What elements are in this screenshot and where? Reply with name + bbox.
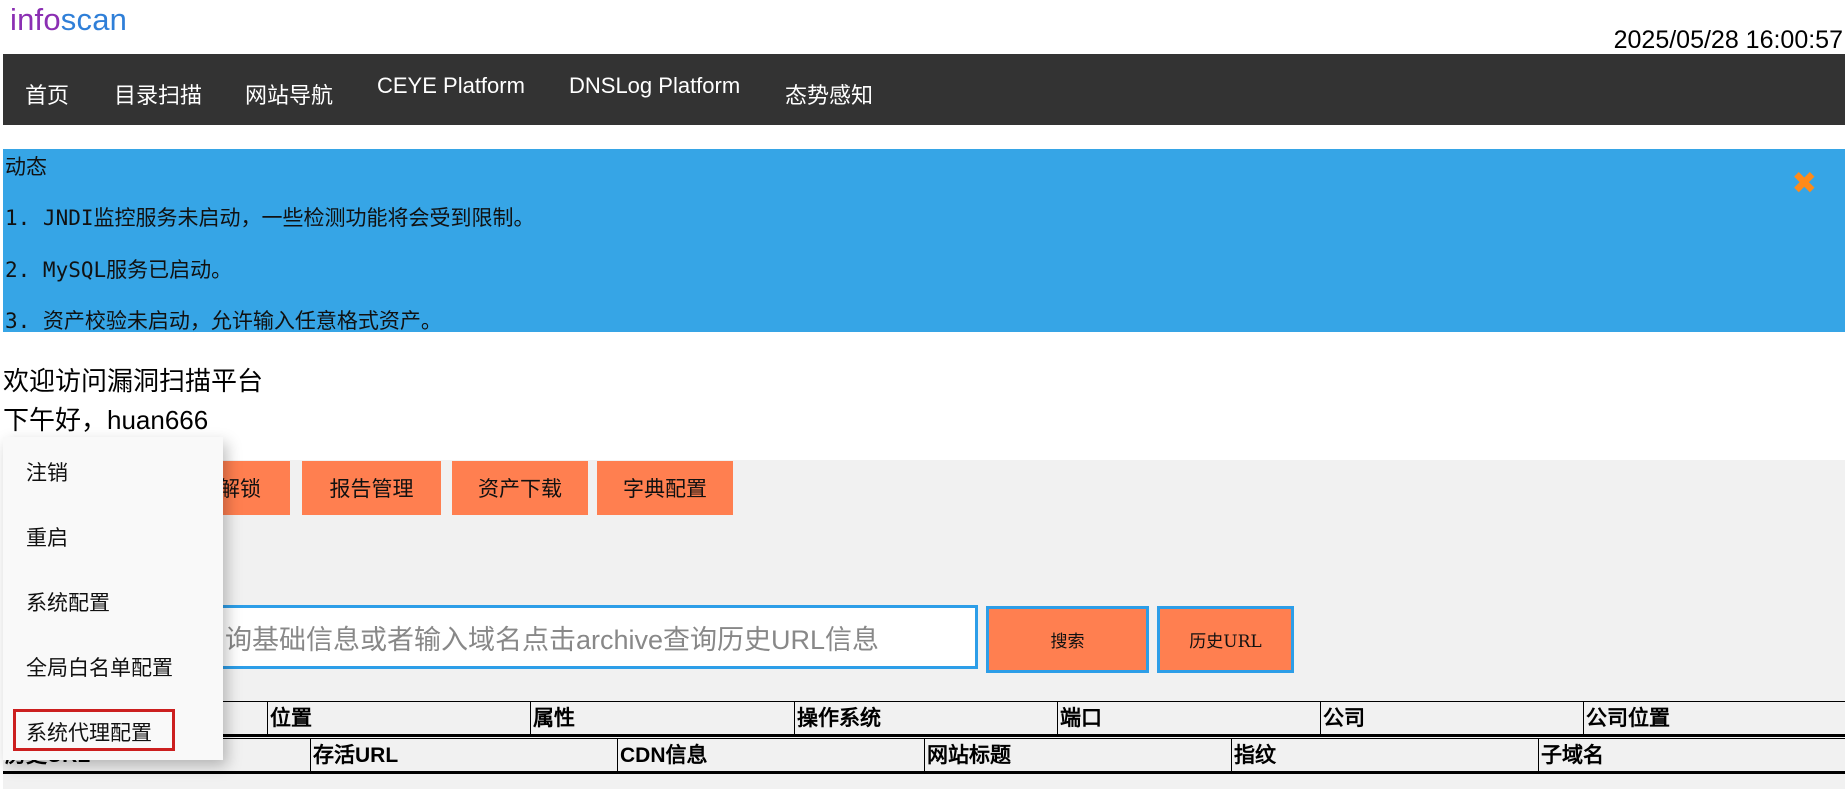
logo-text-scan: scan: [60, 2, 128, 37]
notice-line-1: 1. JNDI监控服务未启动，一些检测功能将会受到限制。: [5, 206, 535, 230]
dictionary-config-button[interactable]: 字典配置: [597, 461, 733, 515]
user-dropdown-menu: 注销 重启 系统配置 全局白名单配置 系统代理配置: [3, 437, 223, 760]
asset-table-header: 位置 属性 操作系统 端口 公司 公司位置: [3, 701, 1845, 737]
table-header-cdn: CDN信息: [617, 739, 924, 771]
search-input[interactable]: 询基础信息或者输入域名点击archive查询历史URL信息: [210, 605, 978, 669]
asset-download-button[interactable]: 资产下载: [452, 461, 588, 515]
logo-text-info: info: [10, 2, 61, 37]
menu-item-system-config[interactable]: 系统配置: [26, 587, 110, 617]
welcome-title: 欢迎访问漏洞扫描平台: [3, 366, 264, 396]
highlight-box: [13, 709, 175, 751]
greeting-text: 下午好，huan666: [3, 405, 209, 435]
table-header-attribute: 属性: [530, 702, 794, 734]
notice-line-3: 3. 资产校验未启动，允许输入任意格式资产。: [5, 309, 442, 333]
nav-item-dir-scan[interactable]: 目录扫描: [114, 78, 202, 110]
notice-line-2: 2. MySQL服务已启动。: [5, 258, 233, 282]
nav-item-site-nav[interactable]: 网站导航: [245, 78, 333, 110]
report-management-button[interactable]: 报告管理: [302, 461, 441, 515]
app-logo: infoscan: [10, 2, 127, 38]
table-header-site-title: 网站标题: [924, 739, 1231, 771]
menu-item-global-whitelist[interactable]: 全局白名单配置: [26, 652, 173, 682]
menu-item-logout[interactable]: 注销: [26, 457, 68, 487]
nav-item-home[interactable]: 首页: [25, 78, 69, 110]
top-navbar: 首页 目录扫描 网站导航 CEYE Platform DNSLog Platfo…: [3, 54, 1845, 125]
history-url-button[interactable]: 历史URL: [1157, 606, 1294, 673]
nav-item-dnslog[interactable]: DNSLog Platform: [569, 73, 740, 99]
url-table-header: 历史URL 存活URL CDN信息 网站标题 指纹 子域名: [3, 738, 1845, 774]
table-header-location: 位置: [267, 702, 530, 734]
table-header-company-location: 公司位置: [1583, 702, 1845, 734]
menu-item-restart[interactable]: 重启: [26, 522, 68, 552]
table-header-alive-url: 存活URL: [310, 739, 617, 771]
datetime-display: 2025/05/28 16:00:57: [1613, 26, 1843, 54]
table-header-fingerprint: 指纹: [1231, 739, 1538, 771]
nav-item-ceye[interactable]: CEYE Platform: [377, 73, 525, 99]
table-header-os: 操作系统: [794, 702, 1057, 734]
nav-item-situation[interactable]: 态势感知: [785, 78, 873, 110]
notice-title: 动态: [5, 155, 47, 179]
close-icon[interactable]: ✖: [1793, 163, 1817, 203]
table-header-company: 公司: [1320, 702, 1583, 734]
table-header-port: 端口: [1057, 702, 1320, 734]
notice-panel: 动态 1. JNDI监控服务未启动，一些检测功能将会受到限制。 2. MySQL…: [3, 149, 1845, 333]
table-header-subdomain: 子域名: [1538, 739, 1845, 771]
search-button[interactable]: 搜索: [986, 606, 1149, 673]
